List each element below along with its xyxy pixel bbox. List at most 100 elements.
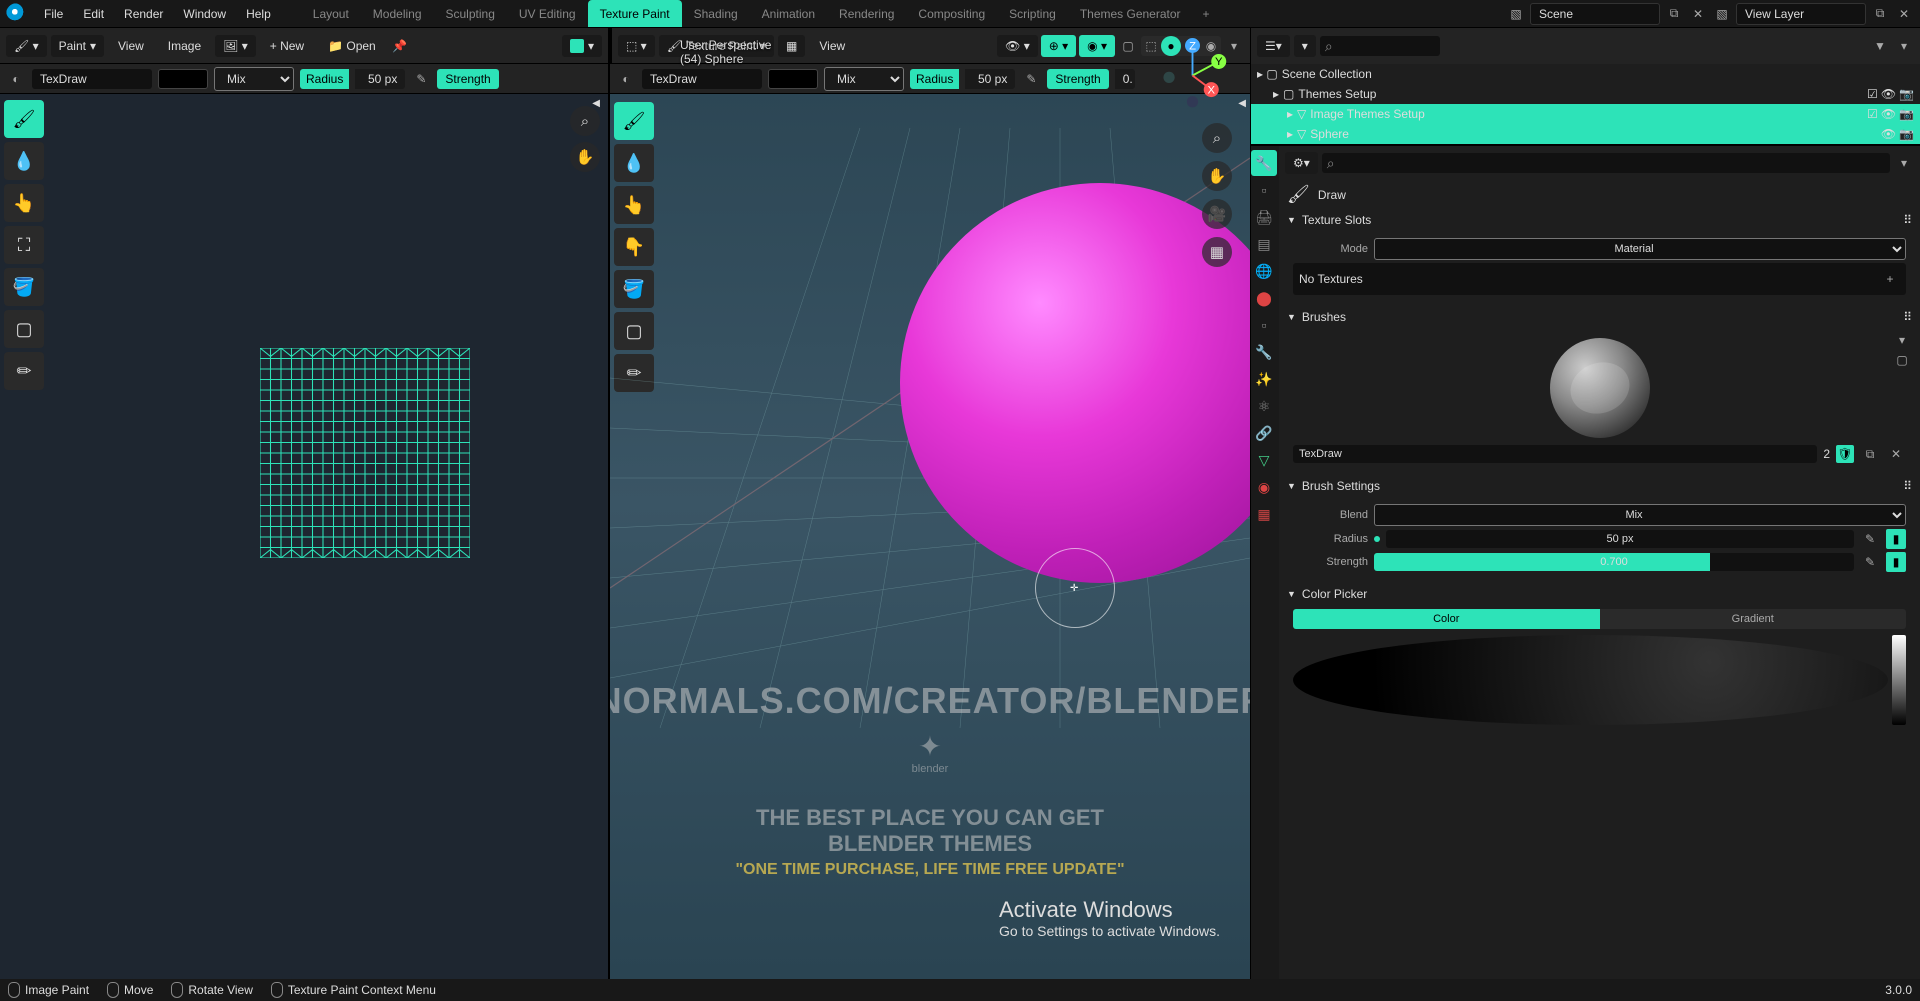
outliner-type-dropdown[interactable]: ☰▾: [1257, 35, 1290, 57]
viewlayer-delete-icon[interactable]: ✕: [1894, 4, 1914, 24]
prop-tab-scene[interactable]: 🌐: [1251, 258, 1277, 284]
image-browse-dropdown[interactable]: 🖼 ▾: [215, 35, 256, 57]
prop-tab-viewlayer[interactable]: ▤: [1251, 231, 1277, 257]
brush-expand-icon[interactable]: ▾: [1892, 330, 1912, 350]
ws-animation[interactable]: Animation: [750, 0, 827, 27]
viewlayer-browse-icon[interactable]: ▧: [1712, 4, 1732, 24]
outliner-scene-collection[interactable]: ▸ ▢ Scene Collection: [1251, 64, 1920, 84]
brush-unlink-icon[interactable]: ✕: [1886, 444, 1906, 464]
nav-persp-icon[interactable]: ▦: [1202, 237, 1232, 267]
nav-pan-icon[interactable]: ✋: [1202, 161, 1232, 191]
tool-annotate[interactable]: ✏: [4, 352, 44, 390]
props-search-input[interactable]: [1322, 153, 1890, 173]
pin-icon[interactable]: 📌: [390, 36, 410, 56]
panel-color-picker-header[interactable]: ▼ Color Picker: [1285, 583, 1914, 605]
panel-brush-settings-header[interactable]: ▼ Brush Settings ⠿: [1285, 475, 1914, 497]
ws-sculpting[interactable]: Sculpting: [434, 0, 507, 27]
bs-radius-pressure-icon[interactable]: ✎: [1860, 529, 1880, 549]
panel-menu-icon[interactable]: ⠿: [1903, 213, 1912, 227]
outliner-row-image-themes[interactable]: ▸ ▽ Image Themes Setup ☑👁📷: [1251, 104, 1920, 124]
ws-compositing[interactable]: Compositing: [906, 0, 997, 27]
prop-tab-render[interactable]: ▫: [1251, 177, 1277, 203]
checkbox-icon[interactable]: ☑: [1867, 87, 1878, 101]
nav-zoom-icon[interactable]: ⌕: [1202, 123, 1232, 153]
camera-icon[interactable]: 📷: [1899, 107, 1914, 121]
bs-strength-unit-icon[interactable]: ▮: [1886, 552, 1906, 572]
prop-tab-constraint[interactable]: 🔗: [1251, 420, 1277, 446]
panel-texture-slots-header[interactable]: ▼ Texture Slots ⠿: [1285, 209, 1914, 231]
tool-clone[interactable]: ⛶: [4, 226, 44, 264]
image-radius-pressure-icon[interactable]: ✎: [411, 69, 431, 89]
menu-edit[interactable]: Edit: [73, 3, 114, 25]
ws-shading[interactable]: Shading: [682, 0, 750, 27]
image-image-menu[interactable]: Image: [158, 35, 211, 57]
props-pin-dropdown[interactable]: ⚙▾: [1285, 152, 1318, 174]
disclosure-icon[interactable]: ▸: [1287, 127, 1293, 141]
viewport-collapse-icon[interactable]: ◀: [1238, 98, 1246, 109]
outliner-filter-icon[interactable]: ▼: [1870, 36, 1890, 56]
ws-modeling[interactable]: Modeling: [361, 0, 434, 27]
brush-thumb-icon[interactable]: ▢: [1892, 350, 1912, 370]
mode-dropdown[interactable]: Material: [1374, 238, 1906, 260]
editor-type-dropdown[interactable]: 🖌 ▾: [6, 35, 47, 57]
image-collapse-icon[interactable]: ◀: [592, 98, 600, 109]
tool-draw[interactable]: 🖌: [4, 100, 44, 138]
color-wheel[interactable]: [1293, 635, 1888, 725]
prop-tab-physics[interactable]: ⚛: [1251, 393, 1277, 419]
scene-browse-icon[interactable]: ▧: [1506, 4, 1526, 24]
brush-fake-user-icon[interactable]: 🛡: [1836, 445, 1854, 463]
navigation-gizmo[interactable]: Z Y X: [1155, 38, 1230, 113]
outliner-search-input[interactable]: [1320, 36, 1440, 56]
image-pan-icon[interactable]: ✋: [570, 142, 600, 172]
bs-radius-unit-icon[interactable]: ▮: [1886, 529, 1906, 549]
image-open-button[interactable]: 📁 Open: [318, 35, 386, 57]
ws-uvediting[interactable]: UV Editing: [507, 0, 588, 27]
add-workspace-button[interactable]: +: [1193, 3, 1220, 25]
menu-render[interactable]: Render: [114, 3, 173, 25]
menu-help[interactable]: Help: [236, 3, 281, 25]
bs-radius-value[interactable]: 50 px: [1386, 530, 1854, 548]
bs-blend-dropdown[interactable]: Mix: [1374, 504, 1906, 526]
prop-tab-world[interactable]: ⬤: [1251, 285, 1277, 311]
tool-mask[interactable]: ▢: [4, 310, 44, 348]
props-options-icon[interactable]: ▾: [1894, 153, 1914, 173]
image-zoom-icon[interactable]: ⌕: [570, 106, 600, 136]
prop-tab-tool[interactable]: 🔧: [1251, 150, 1277, 176]
eye-icon[interactable]: 👁: [1881, 87, 1896, 101]
bs-strength-pressure-icon[interactable]: ✎: [1860, 552, 1880, 572]
tool-fill[interactable]: 🪣: [4, 268, 44, 306]
image-brush-name[interactable]: TexDraw: [32, 69, 152, 89]
value-slider[interactable]: [1892, 635, 1906, 725]
prop-tab-particle[interactable]: ✨: [1251, 366, 1277, 392]
scene-name-field[interactable]: Scene: [1530, 3, 1660, 25]
eye-icon[interactable]: 👁: [1881, 107, 1896, 121]
image-radius-value[interactable]: 50 px: [355, 69, 405, 89]
ws-rendering[interactable]: Rendering: [827, 0, 906, 27]
checkbox-icon[interactable]: ☑: [1867, 107, 1878, 121]
outliner-new-collection-icon[interactable]: ▾: [1894, 36, 1914, 56]
viewlayer-new-icon[interactable]: ⧉: [1870, 4, 1890, 24]
prop-tab-material[interactable]: ◉: [1251, 474, 1277, 500]
ws-themesgen[interactable]: Themes Generator: [1068, 0, 1193, 27]
panel-menu-icon[interactable]: ⠿: [1903, 479, 1912, 493]
camera-icon[interactable]: 📷: [1899, 87, 1914, 101]
nav-camera-icon[interactable]: 🎥: [1202, 199, 1232, 229]
disclosure-icon[interactable]: ▸: [1273, 87, 1279, 101]
outliner-row-sphere[interactable]: ▸ ▽ Sphere 👁📷: [1251, 124, 1920, 144]
prop-tab-modifier[interactable]: 🔧: [1251, 339, 1277, 365]
disclosure-icon[interactable]: ▸: [1287, 107, 1293, 121]
image-new-button[interactable]: + New: [260, 35, 314, 57]
brush-preview[interactable]: [1550, 338, 1650, 438]
ws-layout[interactable]: Layout: [301, 0, 361, 27]
panel-menu-icon[interactable]: ⠿: [1903, 310, 1912, 324]
menu-window[interactable]: Window: [173, 3, 236, 25]
viewport-3d[interactable]: ⬚ ▾ 🖌 Texture Paint ▾ ▦ View 👁 ▾ ⊕ ▾ ◉ ▾…: [610, 28, 1250, 979]
image-color-swatch[interactable]: [158, 69, 208, 89]
color-channel-dropdown[interactable]: ▾: [562, 35, 602, 57]
outliner-display-dropdown[interactable]: ▾: [1294, 35, 1316, 57]
add-texture-button[interactable]: +: [1880, 269, 1900, 289]
tool-soften[interactable]: 💧: [4, 142, 44, 180]
toggle-gradient[interactable]: Gradient: [1600, 609, 1907, 629]
outliner-row-themes[interactable]: ▸ ▢ Themes Setup ☑👁📷: [1251, 84, 1920, 104]
brush-browse-icon[interactable]: ◐: [6, 69, 26, 89]
